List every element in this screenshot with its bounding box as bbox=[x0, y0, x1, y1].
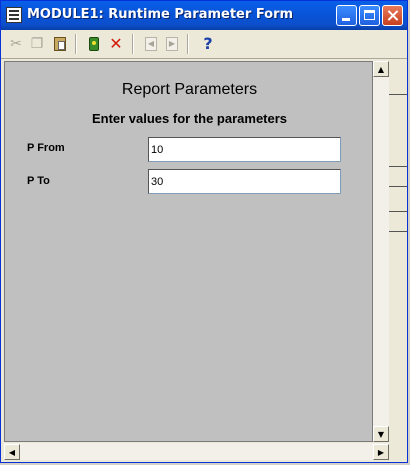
next-page-icon: ▶ bbox=[166, 37, 178, 51]
paste-icon bbox=[54, 37, 66, 51]
help-icon[interactable]: ? bbox=[199, 35, 217, 53]
p-to-label: P To bbox=[27, 175, 50, 187]
p-from-label: P From bbox=[27, 142, 65, 154]
divider bbox=[389, 186, 407, 187]
form-subheading: Enter values for the parameters bbox=[91, 111, 288, 126]
p-to-input[interactable] bbox=[148, 169, 341, 194]
form-heading: Report Parameters bbox=[121, 81, 258, 98]
divider bbox=[389, 94, 407, 95]
parameter-form-window: MODULE1: Runtime Parameter Form ✂ ❐ ✕ ◀ … bbox=[0, 0, 408, 463]
divider bbox=[389, 166, 407, 167]
horizontal-scrollbar[interactable]: ◀ ▶ bbox=[4, 443, 389, 460]
toolbar-separator bbox=[75, 34, 77, 54]
copy-icon[interactable]: ❐ bbox=[28, 35, 46, 53]
scroll-right-arrow-icon[interactable]: ▶ bbox=[373, 444, 389, 460]
scissors-icon[interactable]: ✂ bbox=[7, 35, 25, 53]
parameter-form: Report Parameters Enter values for the p… bbox=[4, 61, 373, 442]
maximize-button[interactable] bbox=[359, 5, 380, 26]
run-button[interactable] bbox=[85, 35, 103, 53]
divider bbox=[389, 211, 407, 212]
scroll-up-arrow-icon[interactable]: ▲ bbox=[373, 61, 389, 77]
next-page-button[interactable]: ▶ bbox=[163, 35, 181, 53]
paste-button[interactable] bbox=[51, 35, 69, 53]
toolbar: ✂ ❐ ✕ ◀ ▶ ? bbox=[1, 30, 407, 59]
background-strip bbox=[389, 61, 407, 460]
title-bar[interactable]: MODULE1: Runtime Parameter Form bbox=[1, 1, 407, 30]
scroll-left-arrow-icon[interactable]: ◀ bbox=[4, 444, 20, 460]
previous-page-button[interactable]: ◀ bbox=[142, 35, 160, 53]
close-button[interactable] bbox=[382, 5, 403, 26]
minimize-button[interactable] bbox=[336, 5, 357, 26]
p-from-input[interactable] bbox=[148, 137, 341, 162]
vertical-scrollbar[interactable]: ▲ ▼ bbox=[373, 61, 389, 442]
scroll-down-arrow-icon[interactable]: ▼ bbox=[373, 426, 389, 442]
toolbar-separator bbox=[132, 34, 134, 54]
red-x-icon[interactable]: ✕ bbox=[107, 35, 125, 53]
app-icon[interactable] bbox=[6, 7, 22, 23]
divider bbox=[389, 231, 407, 232]
toolbar-separator bbox=[187, 34, 189, 54]
run-report-icon bbox=[89, 37, 99, 51]
window-title: MODULE1: Runtime Parameter Form bbox=[27, 7, 294, 22]
previous-page-icon: ◀ bbox=[145, 37, 157, 51]
